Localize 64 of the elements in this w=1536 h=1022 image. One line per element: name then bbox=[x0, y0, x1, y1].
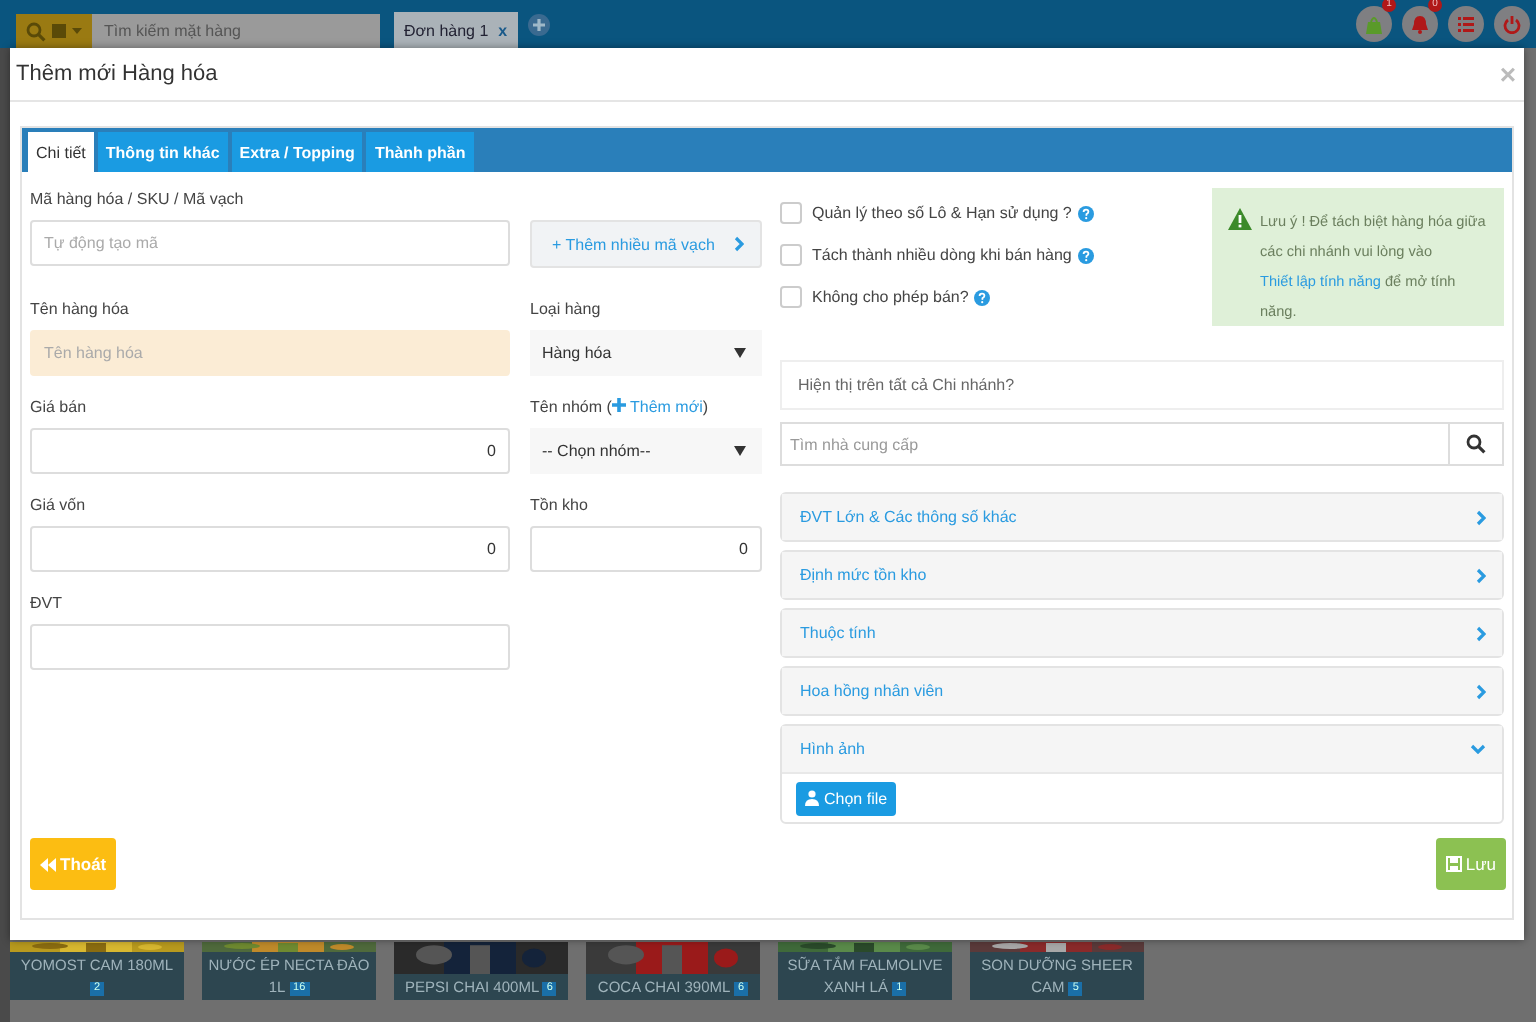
input-field[interactable] bbox=[30, 624, 510, 670]
back-icon bbox=[40, 857, 56, 871]
input-field[interactable]: 0 bbox=[30, 526, 510, 572]
field-label: Giá vốn bbox=[30, 494, 86, 518]
caret-icon bbox=[734, 348, 746, 358]
warning-icon bbox=[1228, 208, 1252, 230]
add-group-link[interactable]: Thêm mới bbox=[629, 398, 703, 416]
field-label: Tên nhóm ( Thêm mới) bbox=[530, 396, 709, 420]
option-label: Không cho phép bán? bbox=[812, 288, 969, 306]
save-icon bbox=[1445, 856, 1462, 872]
bell-icon bbox=[1410, 14, 1430, 34]
add-tab-icon[interactable] bbox=[527, 13, 550, 35]
exit-button[interactable]: Thoát bbox=[30, 838, 117, 890]
checkbox[interactable] bbox=[780, 244, 802, 266]
tab[interactable]: Thông tin khác bbox=[97, 132, 228, 172]
dialog-title: Thêm mới Hàng hóa bbox=[16, 62, 218, 86]
supplier-search-field[interactable]: Tìm nhà cung cấp bbox=[780, 422, 1504, 466]
input-field[interactable]: 0 bbox=[30, 428, 510, 474]
field-label: Tên hàng hóa bbox=[30, 298, 129, 322]
tab[interactable]: Extra / Topping bbox=[231, 132, 363, 172]
header-button[interactable] bbox=[1494, 6, 1530, 42]
option-label: Quản lý theo số Lô & Hạn sử dụng ? bbox=[812, 204, 1072, 222]
help-icon bbox=[1077, 247, 1094, 263]
add-barcodes-button[interactable]: + Thêm nhiều mã vạch bbox=[530, 220, 762, 268]
section-header[interactable]: ĐVT Lớn & Các thông số khác bbox=[782, 494, 1502, 540]
field-label: Mã hàng hóa / SKU / Mã vạch bbox=[30, 188, 244, 212]
plus-icon bbox=[611, 398, 626, 412]
help-icon bbox=[974, 289, 991, 305]
choose-file-button[interactable]: Chọn file bbox=[796, 781, 896, 815]
power-icon bbox=[1502, 14, 1522, 34]
tab[interactable]: Chi tiết bbox=[28, 132, 94, 172]
section-header[interactable]: Thuộc tính bbox=[782, 610, 1502, 656]
caret-icon bbox=[734, 446, 746, 456]
tab-close-button[interactable]: x bbox=[498, 21, 508, 39]
field-label: Tồn kho bbox=[530, 494, 588, 518]
input-field[interactable]: Tự động tạo mã bbox=[30, 220, 510, 266]
checkbox[interactable] bbox=[780, 202, 802, 224]
search-mode-button[interactable] bbox=[16, 14, 92, 48]
chevron-right-icon bbox=[734, 236, 744, 252]
option-label: Tách thành nhiều dòng khi bán hàng bbox=[812, 246, 1072, 264]
search-icon bbox=[26, 21, 46, 41]
help-icon bbox=[1077, 205, 1094, 221]
input-field[interactable]: 0 bbox=[530, 526, 762, 572]
search-icon bbox=[1466, 434, 1486, 454]
section-header[interactable]: Hình ảnh bbox=[782, 726, 1502, 772]
select-field[interactable]: Hàng hóa bbox=[530, 330, 762, 376]
checkbox[interactable] bbox=[780, 286, 802, 308]
caret-icon bbox=[72, 28, 82, 34]
input-field[interactable]: Tên hàng hóa bbox=[30, 330, 510, 376]
section-header[interactable]: Hoa hồng nhân viên bbox=[782, 668, 1502, 714]
close-button[interactable]: × bbox=[1499, 60, 1516, 88]
field-label: Giá bán bbox=[30, 396, 87, 420]
search-field[interactable]: Tìm kiếm mặt hàng bbox=[92, 14, 380, 48]
save-button[interactable]: Lưu bbox=[1435, 838, 1506, 890]
menu-icon bbox=[1456, 14, 1476, 34]
branch-option[interactable]: Hiện thị trên tất cả Chi nhánh? bbox=[780, 360, 1504, 410]
select-field[interactable]: -- Chọn nhóm-- bbox=[530, 428, 762, 474]
field-label: Loại hàng bbox=[530, 298, 601, 322]
bag-icon bbox=[1364, 14, 1384, 34]
tab[interactable]: Thành phần bbox=[366, 132, 474, 172]
order-tab[interactable]: Đơn hàng 1 x bbox=[394, 12, 518, 48]
section-header[interactable]: Định mức tồn kho bbox=[782, 552, 1502, 598]
field-label: ĐVT bbox=[30, 592, 62, 616]
header-button[interactable] bbox=[1448, 6, 1484, 42]
